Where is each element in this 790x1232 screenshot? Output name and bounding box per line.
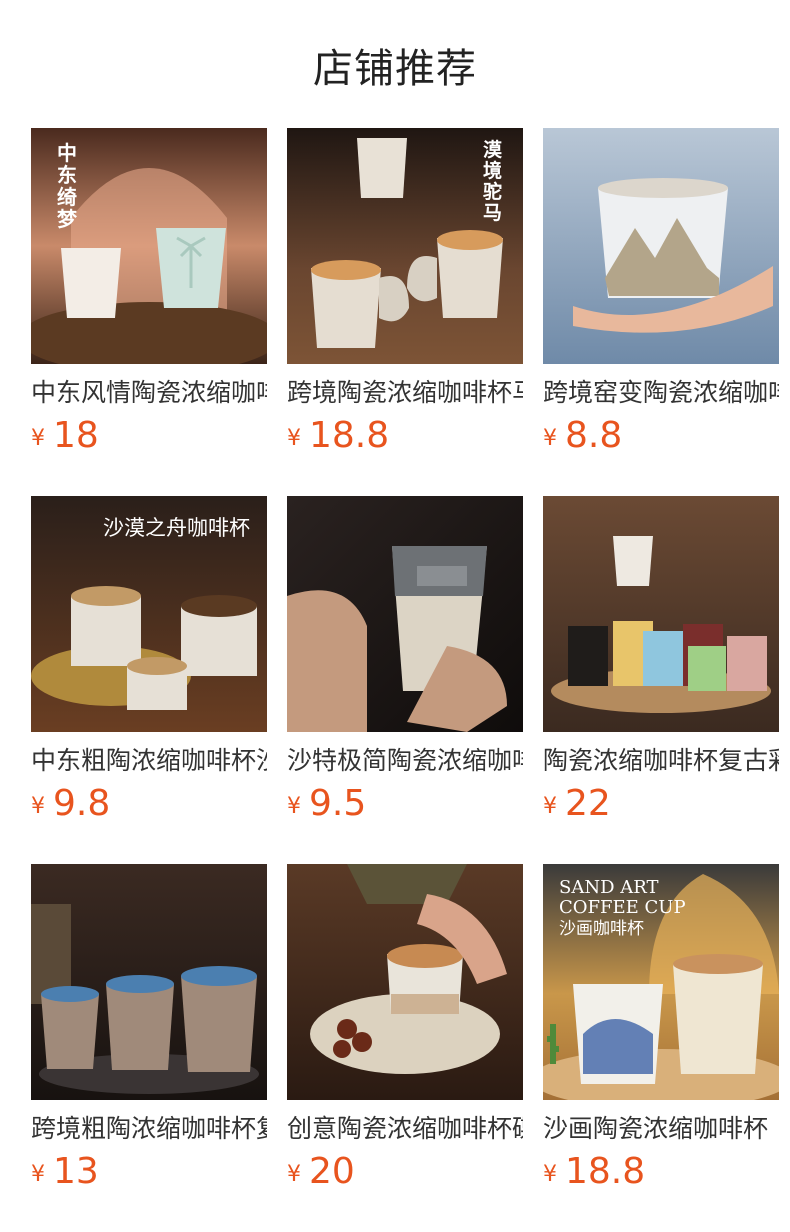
product-name[interactable]: 跨境粗陶浓缩咖啡杯复古 <box>31 1112 267 1146</box>
product-card[interactable]: 漠境驼马 跨境陶瓷浓缩咖啡杯马头 ¥18.8 <box>287 128 523 464</box>
product-name[interactable]: 沙画陶瓷浓缩咖啡杯 <box>543 1112 779 1146</box>
image-caption-line: 沙画咖啡杯 <box>559 919 644 939</box>
product-image[interactable]: SAND ART COFFEE CUP 沙画咖啡杯 <box>543 864 779 1100</box>
image-caption: 漠境驼马 <box>483 139 503 224</box>
currency-symbol: ¥ <box>287 1162 301 1187</box>
product-price: ¥9.8 <box>31 782 267 832</box>
product-card[interactable]: 沙漠之舟咖啡杯 中东粗陶浓缩咖啡杯沙漠 ¥9.8 <box>31 496 267 832</box>
page-title: 店铺推荐 <box>313 46 477 92</box>
product-image[interactable] <box>543 496 779 732</box>
price-value: 20 <box>309 1151 355 1192</box>
product-price: ¥13 <box>31 1150 267 1200</box>
currency-symbol: ¥ <box>287 426 301 451</box>
image-caption: SAND ART COFFEE CUP 沙画咖啡杯 <box>559 878 686 940</box>
image-caption-line: SAND ART <box>559 877 659 898</box>
price-value: 13 <box>53 1151 99 1192</box>
product-price: ¥18 <box>31 414 267 464</box>
currency-symbol: ¥ <box>31 426 45 451</box>
product-price: ¥22 <box>543 782 779 832</box>
price-value: 8.8 <box>565 415 623 456</box>
currency-symbol: ¥ <box>543 794 557 819</box>
product-name[interactable]: 中东粗陶浓缩咖啡杯沙漠 <box>31 744 267 778</box>
product-image[interactable] <box>31 864 267 1100</box>
product-card[interactable]: SAND ART COFFEE CUP 沙画咖啡杯 沙画陶瓷浓缩咖啡杯 ¥18.… <box>543 864 779 1200</box>
product-price: ¥20 <box>287 1150 523 1200</box>
product-image[interactable]: 漠境驼马 <box>287 128 523 364</box>
price-value: 9.5 <box>309 783 367 824</box>
product-price: ¥18.8 <box>287 414 523 464</box>
image-caption: 中东绮梦 <box>57 141 77 231</box>
product-name[interactable]: 跨境窑变陶瓷浓缩咖啡杯 <box>543 376 779 410</box>
price-value: 18 <box>53 415 99 456</box>
product-price: ¥8.8 <box>543 414 779 464</box>
currency-symbol: ¥ <box>543 1162 557 1187</box>
currency-symbol: ¥ <box>543 426 557 451</box>
product-card[interactable]: 跨境粗陶浓缩咖啡杯复古 ¥13 <box>31 864 267 1200</box>
product-image[interactable] <box>287 496 523 732</box>
product-image[interactable] <box>287 864 523 1100</box>
product-name[interactable]: 创意陶瓷浓缩咖啡杯碟 <box>287 1112 523 1146</box>
product-card[interactable]: 跨境窑变陶瓷浓缩咖啡杯 ¥8.8 <box>543 128 779 464</box>
product-name[interactable]: 陶瓷浓缩咖啡杯复古彩色 <box>543 744 779 778</box>
price-value: 18.8 <box>565 1151 646 1192</box>
product-price: ¥9.5 <box>287 782 523 832</box>
product-image[interactable]: 中东绮梦 <box>31 128 267 364</box>
product-card[interactable]: 创意陶瓷浓缩咖啡杯碟 ¥20 <box>287 864 523 1200</box>
currency-symbol: ¥ <box>31 794 45 819</box>
product-price: ¥18.8 <box>543 1150 779 1200</box>
price-value: 9.8 <box>53 783 111 824</box>
image-caption-line: COFFEE CUP <box>559 897 686 918</box>
product-card[interactable]: 中东绮梦 中东风情陶瓷浓缩咖啡杯 ¥18 <box>31 128 267 464</box>
product-name[interactable]: 跨境陶瓷浓缩咖啡杯马头 <box>287 376 523 410</box>
product-image[interactable] <box>543 128 779 364</box>
product-card[interactable]: 沙特极简陶瓷浓缩咖啡杯 ¥9.5 <box>287 496 523 832</box>
product-name[interactable]: 中东风情陶瓷浓缩咖啡杯 <box>31 376 267 410</box>
image-caption: 沙漠之舟咖啡杯 <box>103 516 250 540</box>
product-name[interactable]: 沙特极简陶瓷浓缩咖啡杯 <box>287 744 523 778</box>
price-value: 22 <box>565 783 611 824</box>
product-card[interactable]: 陶瓷浓缩咖啡杯复古彩色 ¥22 <box>543 496 779 832</box>
price-value: 18.8 <box>309 415 390 456</box>
product-image[interactable]: 沙漠之舟咖啡杯 <box>31 496 267 732</box>
currency-symbol: ¥ <box>31 1162 45 1187</box>
currency-symbol: ¥ <box>287 794 301 819</box>
